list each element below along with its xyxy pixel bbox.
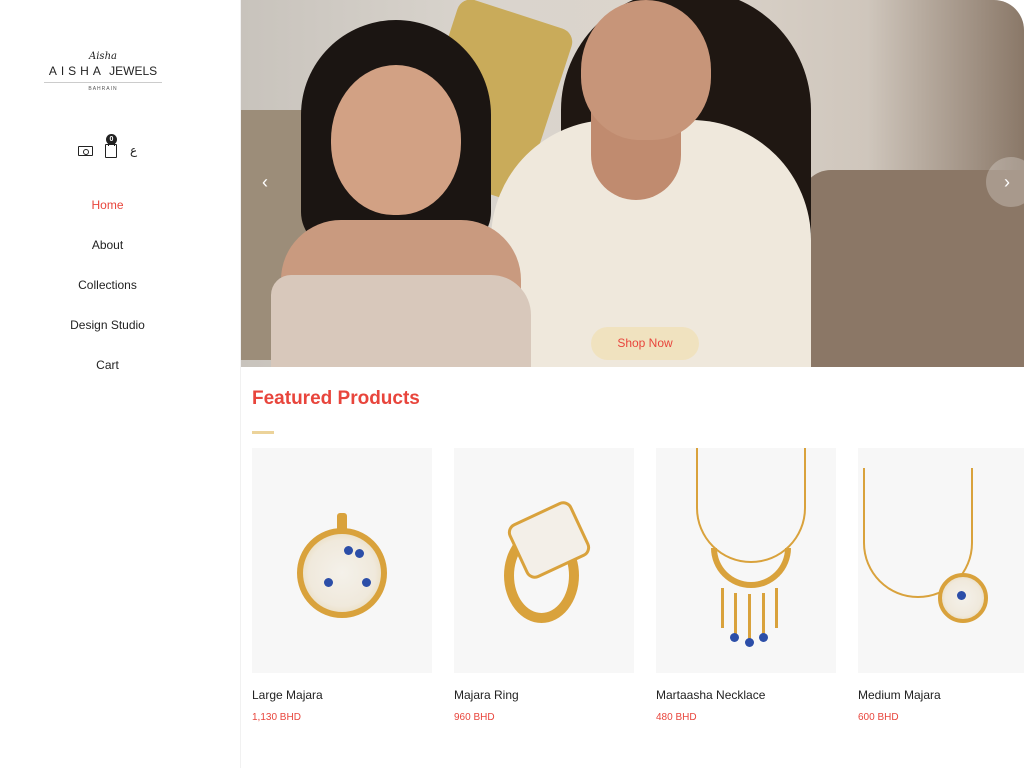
fringe <box>734 593 737 638</box>
hero-sofa <box>801 170 1024 367</box>
fringe <box>775 588 778 628</box>
product-name[interactable]: Large Majara <box>252 688 323 702</box>
girl-face <box>331 65 461 215</box>
title-underline <box>252 431 274 434</box>
necklace-chain <box>696 448 806 563</box>
logo-location: BAHRAIN <box>88 86 118 92</box>
gem <box>745 638 754 647</box>
product-card[interactable]: Medium Majara 600 BHD <box>858 448 1024 738</box>
brand-logo[interactable]: Aisha AISHA JEWELS BAHRAIN <box>44 50 162 98</box>
product-grid: Large Majara 1,130 BHD Majara Ring 960 B… <box>252 448 1024 768</box>
product-card[interactable]: Martaasha Necklace 480 BHD <box>656 448 836 738</box>
gem <box>355 549 364 558</box>
gem <box>957 591 966 600</box>
gem <box>324 578 333 587</box>
app-frame: Aisha AISHA JEWELS BAHRAIN 0 ع Home Abou… <box>0 0 1024 768</box>
product-price: 1,130 BHD <box>252 712 301 723</box>
logo-divider <box>44 82 162 83</box>
featured-products-title: Featured Products <box>252 388 420 409</box>
fringe <box>721 588 724 628</box>
product-card[interactable]: Large Majara 1,130 BHD <box>252 448 432 738</box>
logo-script: Aisha <box>89 51 117 62</box>
logo-wordmark: AISHA JEWELS <box>44 64 162 78</box>
nav-item-home[interactable]: Home <box>0 192 215 232</box>
necklace-arc <box>711 548 791 588</box>
logo-name-part2: JEWELS <box>109 64 158 78</box>
woman-face <box>581 0 711 140</box>
nav-item-cart[interactable]: Cart <box>0 352 215 392</box>
fringe <box>748 594 751 642</box>
product-card[interactable]: Majara Ring 960 BHD <box>454 448 634 738</box>
fringe <box>762 593 765 638</box>
hero-girl-image <box>271 20 531 367</box>
cart-count-badge: 0 <box>106 134 117 145</box>
shopping-bag-icon[interactable] <box>105 140 117 158</box>
money-icon[interactable] <box>78 146 93 156</box>
gem <box>730 633 739 642</box>
pendant-locket <box>297 528 387 618</box>
header-icons: 0 ع <box>78 134 148 162</box>
product-image[interactable] <box>252 448 432 673</box>
nav-item-collections[interactable]: Collections <box>0 272 215 312</box>
main-content: ‹ › Shop Now Featured Products Large Maj… <box>241 0 1024 768</box>
logo-name-part1: AISHA <box>48 64 105 78</box>
product-image[interactable] <box>858 448 1024 673</box>
gem <box>362 578 371 587</box>
shop-now-button[interactable]: Shop Now <box>591 327 699 360</box>
product-name[interactable]: Majara Ring <box>454 688 519 702</box>
product-price: 600 BHD <box>858 712 899 723</box>
product-image[interactable] <box>454 448 634 673</box>
girl-wrap <box>271 275 531 367</box>
product-name[interactable]: Martaasha Necklace <box>656 688 765 702</box>
product-name[interactable]: Medium Majara <box>858 688 941 702</box>
product-price: 960 BHD <box>454 712 495 723</box>
sidebar: Aisha AISHA JEWELS BAHRAIN 0 ع Home Abou… <box>0 0 241 768</box>
nav-item-about[interactable]: About <box>0 232 215 272</box>
nav-item-design-studio[interactable]: Design Studio <box>0 312 215 352</box>
product-price: 480 BHD <box>656 712 697 723</box>
main-nav: Home About Collections Design Studio Car… <box>0 192 215 392</box>
chevron-left-icon[interactable]: ‹ <box>253 170 277 194</box>
hero-slider: ‹ › Shop Now <box>241 0 1024 367</box>
gem <box>344 546 353 555</box>
language-toggle[interactable]: ع <box>130 143 137 157</box>
product-image[interactable] <box>656 448 836 673</box>
gem <box>759 633 768 642</box>
